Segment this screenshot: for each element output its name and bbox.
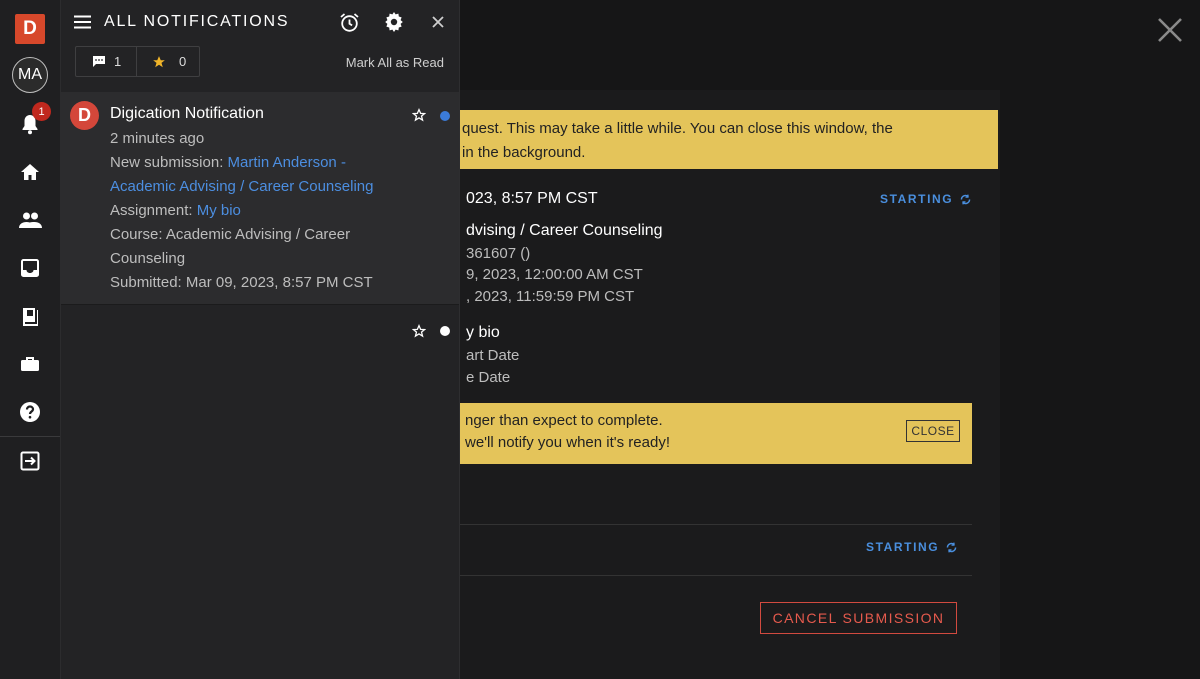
digication-logo[interactable]: D — [15, 14, 45, 44]
notification-item[interactable]: D Digication Notification 2 minutes ago … — [61, 92, 459, 305]
stars-count: 0 — [179, 54, 187, 69]
notification-assignment: Assignment: My bio — [110, 199, 410, 223]
submission-label: New submission: — [110, 154, 228, 171]
alarm-icon[interactable] — [339, 12, 360, 33]
user-avatar[interactable]: MA — [12, 57, 48, 93]
stars-filter[interactable]: 0 — [152, 47, 186, 76]
comment-icon — [93, 56, 105, 67]
course-line1: Course: Academic Advising / Career — [110, 226, 351, 243]
comments-count: 1 — [114, 54, 122, 69]
assignment-label: Assignment: — [110, 202, 197, 219]
warning-banner: nger than expect to complete. we'll noti… — [410, 403, 972, 464]
notification-submitted: Submitted: Mar 09, 2023, 8:57 PM CST — [110, 274, 373, 291]
close-panel-icon[interactable] — [432, 16, 444, 28]
comments-filter[interactable]: 1 — [92, 47, 121, 76]
cancel-submission-button[interactable]: CANCEL SUBMISSION — [760, 602, 957, 634]
rail-divider — [0, 436, 60, 437]
status-starting-1: STARTING — [880, 192, 972, 206]
notification-count-badge: 1 — [32, 102, 51, 121]
processing-banner-line2: in the background. — [462, 144, 586, 161]
read-dot[interactable] — [440, 326, 450, 336]
processing-banner: quest. This may take a little while. You… — [410, 110, 998, 169]
submission-link[interactable]: Martin Anderson - — [228, 154, 346, 171]
submission-link-cont[interactable]: Academic Advising / Career Counseling — [110, 178, 373, 195]
due-date-label: e Date — [466, 369, 511, 386]
notifications-panel: ALL NOTIFICATIONS 1 0 Mark All as Read D… — [61, 0, 460, 679]
filter-separator — [136, 47, 137, 76]
start-datetime: 9, 2023, 12:00:00 AM CST — [466, 266, 643, 283]
notification-course: Course: Academic Advising / Career Couns… — [110, 223, 410, 271]
inbox-button[interactable] — [15, 253, 45, 283]
notification-avatar: D — [70, 101, 99, 130]
portfolio-button[interactable] — [15, 349, 45, 379]
star-outline-icon[interactable] — [412, 108, 426, 122]
notification-filter: 1 0 — [75, 46, 200, 77]
id-line: 361607 () — [466, 245, 531, 262]
divider — [410, 575, 972, 576]
warning-line2: we'll notify you when it's ready! — [465, 434, 670, 451]
notification-time: 2 minutes ago — [110, 130, 205, 147]
refresh-icon — [960, 194, 971, 204]
refresh-icon — [946, 542, 957, 552]
gear-icon[interactable] — [384, 12, 404, 32]
people-button[interactable] — [15, 205, 45, 235]
help-button[interactable] — [15, 397, 45, 427]
left-rail: D MA 1 — [0, 0, 61, 679]
people-icon — [18, 212, 42, 228]
star-filled-icon — [153, 55, 165, 67]
home-icon — [21, 164, 39, 180]
home-button[interactable] — [15, 157, 45, 187]
divider — [410, 524, 972, 525]
end-datetime: , 2023, 11:59:59 PM CST — [466, 288, 635, 305]
course-line2: Counseling — [110, 250, 186, 267]
course-name: dvising / Career Counseling — [466, 222, 663, 239]
start-date-label: art Date — [466, 347, 520, 364]
assignment-name: y bio — [466, 324, 500, 341]
inbox-icon — [21, 259, 39, 277]
panel-title: ALL NOTIFICATIONS — [104, 13, 290, 30]
menu-icon[interactable] — [74, 15, 91, 29]
processing-banner-line1: quest. This may take a little while. You… — [462, 120, 893, 137]
notification-submission: New submission: Martin Anderson - Academ… — [110, 151, 410, 199]
briefcase-icon — [21, 357, 39, 371]
star-outline-icon[interactable] — [412, 324, 426, 338]
logout-button[interactable] — [15, 446, 45, 476]
library-button[interactable] — [15, 301, 45, 331]
assignment-link[interactable]: My bio — [197, 202, 241, 219]
warning-line1: nger than expect to complete. — [465, 412, 663, 429]
notification-title: Digication Notification — [110, 105, 264, 122]
help-icon — [20, 402, 40, 422]
warning-close-button[interactable]: CLOSE — [906, 420, 960, 442]
book-icon — [23, 308, 38, 326]
mark-all-read-link[interactable]: Mark All as Read — [346, 55, 444, 70]
unread-dot[interactable] — [440, 111, 450, 121]
submitted-time: 023, 8:57 PM CST — [466, 190, 598, 207]
logout-icon — [20, 451, 40, 471]
close-modal-icon[interactable] — [1155, 15, 1185, 45]
status-starting-2: STARTING — [866, 540, 958, 554]
status-label: STARTING — [880, 192, 954, 206]
status-label: STARTING — [866, 540, 940, 554]
